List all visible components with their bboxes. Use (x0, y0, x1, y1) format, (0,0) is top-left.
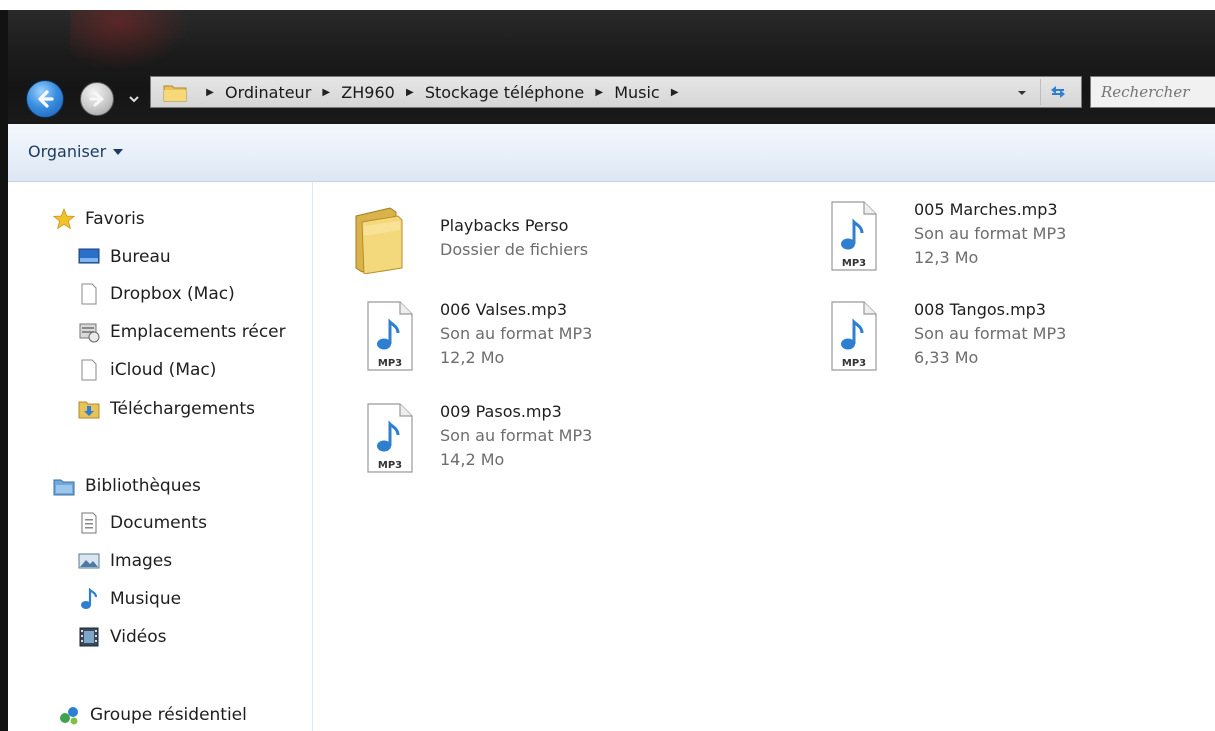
sidebar-item-musique[interactable]: Musique (78, 584, 181, 614)
breadcrumb-zh960[interactable]: ZH960 (339, 83, 397, 102)
address-dropdown-icon[interactable] (1015, 86, 1029, 100)
file-type: Dossier de fichiers (440, 240, 589, 259)
file-list: Playbacks Perso Dossier de fichiers MP3 … (314, 182, 1215, 731)
folder-icon (355, 207, 403, 274)
chevron-right-icon[interactable]: ▶ (319, 87, 333, 98)
mp3-file-icon: MP3 (831, 301, 877, 371)
desktop-icon (78, 248, 100, 264)
file-size: 12,2 Mo (440, 348, 505, 367)
picture-icon (78, 553, 100, 569)
file-name: 006 Valses.mp3 (440, 300, 568, 319)
sidebar-item-recent-places[interactable]: Emplacements récer (78, 317, 286, 347)
refresh-button[interactable] (1040, 79, 1075, 105)
sidebar-item-icloud[interactable]: iCloud (Mac) (78, 355, 216, 385)
file-name: 005 Marches.mp3 (914, 200, 1058, 219)
file-name: Playbacks Perso (440, 216, 569, 235)
sidebar-item-label: Favoris (85, 209, 145, 229)
mp3-badge: MP3 (378, 460, 402, 471)
address-bar[interactable]: ▶ Ordinateur ▶ ZH960 ▶ Stockage téléphon… (150, 76, 1082, 108)
sidebar-item-label: Documents (110, 513, 207, 533)
film-icon (79, 627, 99, 647)
file-item-005-marches[interactable]: MP3 005 Marches.mp3 Son au format MP3 12… (824, 200, 1124, 280)
downloads-folder-icon (78, 401, 100, 419)
file-type: Son au format MP3 (440, 426, 593, 445)
file-size: 12,3 Mo (914, 248, 979, 267)
file-type: Son au format MP3 (440, 324, 593, 343)
sidebar-item-label: iCloud (Mac) (110, 360, 217, 380)
chevron-down-icon (113, 148, 124, 155)
recent-pages-dropdown[interactable] (127, 92, 141, 106)
file-size: 14,2 Mo (440, 450, 505, 469)
blank-file-icon (81, 283, 97, 305)
mp3-file-icon: MP3 (831, 201, 877, 271)
sidebar-item-dropbox[interactable]: Dropbox (Mac) (78, 279, 235, 309)
sidebar-item-downloads[interactable]: Téléchargements (78, 394, 255, 424)
forward-arrow-icon (89, 91, 104, 107)
mp3-file-icon: MP3 (367, 403, 413, 473)
chevron-right-icon[interactable]: ▶ (668, 87, 682, 98)
file-item-playbacks-perso[interactable]: Playbacks Perso Dossier de fichiers (350, 202, 670, 282)
command-bar: Organiser (8, 124, 1215, 182)
sidebar-item-favoris[interactable]: Favoris (53, 204, 145, 234)
sidebar-item-videos[interactable]: Vidéos (78, 622, 167, 652)
sidebar-item-label: Emplacements récer (110, 322, 286, 342)
folder-icon (163, 85, 187, 102)
recent-places-icon (79, 323, 100, 343)
top-strip (0, 0, 1215, 10)
sidebar-item-bibliotheques[interactable]: Bibliothèques (53, 471, 201, 501)
chevron-right-icon[interactable]: ▶ (403, 87, 417, 98)
chevron-right-icon: ▶ (206, 86, 214, 98)
refresh-icon (1051, 86, 1065, 98)
file-name: 008 Tangos.mp3 (914, 300, 1046, 319)
star-icon (53, 208, 75, 230)
organise-label: Organiser (28, 142, 107, 161)
file-type: Son au format MP3 (914, 324, 1067, 343)
sidebar-item-label: Groupe résidentiel (90, 705, 247, 725)
mp3-badge: MP3 (378, 358, 402, 369)
music-note-icon (81, 588, 98, 609)
mp3-badge: MP3 (842, 258, 866, 269)
breadcrumb-music[interactable]: Music (612, 83, 662, 102)
file-item-008-tangos[interactable]: MP3 008 Tangos.mp3 Son au format MP3 6,3… (824, 300, 1124, 380)
back-arrow-icon (38, 90, 54, 108)
file-item-006-valses[interactable]: MP3 006 Valses.mp3 Son au format MP3 12,… (360, 300, 660, 380)
chevron-right-icon[interactable]: ▶ (592, 87, 606, 98)
chevron-down-icon (129, 96, 139, 103)
sidebar-item-label: Dropbox (Mac) (110, 284, 235, 304)
sidebar-item-bureau[interactable]: Bureau (78, 242, 171, 272)
back-button[interactable] (26, 80, 64, 118)
file-size: 6,33 Mo (914, 348, 979, 367)
blank-file-icon (81, 359, 97, 381)
libraries-icon (53, 479, 75, 496)
sidebar-item-label: Téléchargements (110, 399, 255, 419)
mp3-file-icon: MP3 (367, 301, 413, 371)
sidebar-item-label: Bureau (110, 247, 171, 267)
sidebar-item-documents[interactable]: Documents (78, 508, 207, 538)
sidebar-item-label: Bibliothèques (85, 476, 201, 496)
window-left-edge (0, 10, 8, 731)
breadcrumb-stockage[interactable]: Stockage téléphone (423, 83, 586, 102)
homegroup-icon (60, 707, 78, 725)
forward-button[interactable] (80, 82, 114, 116)
sidebar-item-label: Images (110, 551, 173, 571)
file-type: Son au format MP3 (914, 224, 1067, 243)
search-input[interactable] (1090, 76, 1215, 108)
sidebar-item-label: Musique (110, 589, 182, 609)
file-item-009-pasos[interactable]: MP3 009 Pasos.mp3 Son au format MP3 14,2… (360, 402, 660, 482)
breadcrumb-ordinateur[interactable]: Ordinateur (223, 83, 313, 102)
document-icon (81, 512, 97, 534)
sidebar-item-label: Vidéos (110, 627, 167, 647)
file-name: 009 Pasos.mp3 (440, 402, 562, 421)
navigation-pane: Favoris Bureau Dropbox (Mac) Emplacement… (8, 182, 313, 731)
sidebar-item-homegroup[interactable]: Groupe résidentiel (58, 700, 247, 730)
organise-button[interactable]: Organiser (28, 142, 124, 161)
sidebar-item-images[interactable]: Images (78, 546, 172, 576)
app-glow (70, 10, 190, 70)
mp3-badge: MP3 (842, 358, 866, 369)
